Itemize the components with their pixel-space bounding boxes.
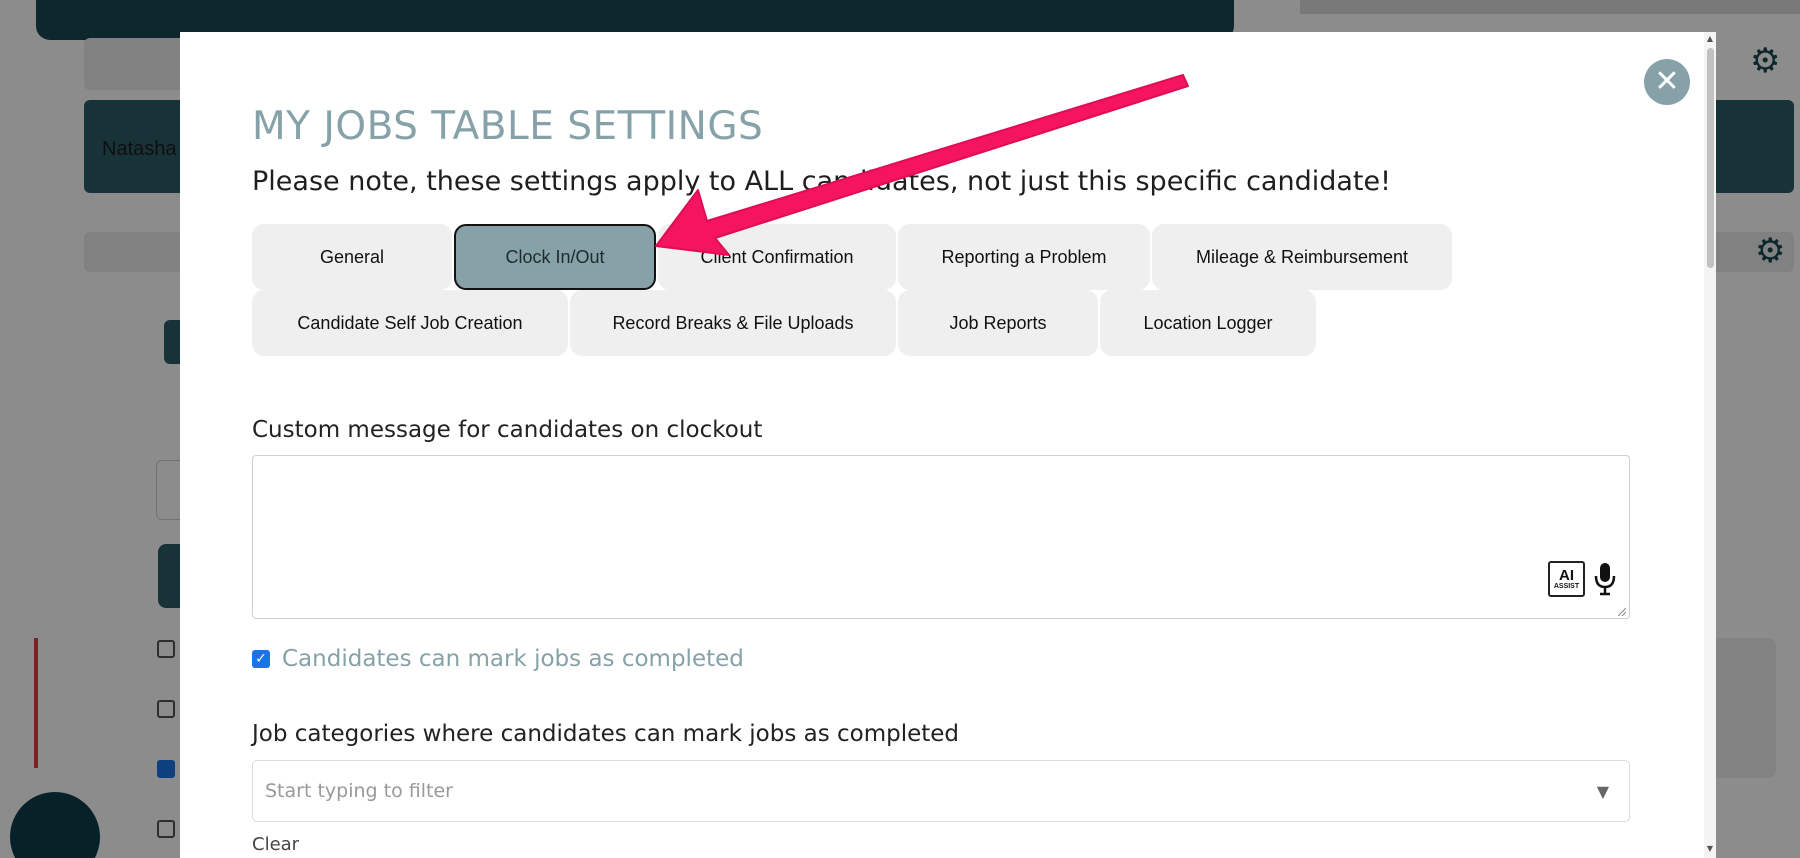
custom-message-label: Custom message for candidates on clockou… [252,417,763,443]
close-icon: ✕ [1654,64,1680,99]
resize-grip-icon[interactable] [1616,606,1626,616]
job-categories-placeholder: Start typing to filter [265,780,453,802]
completed-checkbox[interactable]: ✓ [252,650,270,668]
scroll-down-icon[interactable]: ▼ [1704,844,1716,853]
ai-assist-label: AI [1559,566,1574,584]
tab-client-confirmation[interactable]: Client Confirmation [658,224,896,290]
scroll-up-icon[interactable]: ▲ [1704,34,1716,43]
microphone-icon[interactable] [1594,562,1616,596]
tab-job-reports[interactable]: Job Reports [898,290,1098,356]
scrollbar-thumb[interactable] [1707,48,1714,268]
custom-message-input[interactable] [252,455,1630,619]
ai-assist-button[interactable]: AI ASSIST [1548,561,1585,597]
modal-note: Please note, these settings apply to ALL… [252,166,1391,197]
tab-reporting-a-problem[interactable]: Reporting a Problem [898,224,1150,290]
completed-checkbox-row[interactable]: ✓ Candidates can mark jobs as completed [252,646,744,672]
settings-modal: ✕ ▲ ▼ MY JOBS TABLE SETTINGS Please note… [180,32,1716,858]
tab-record-breaks-file-uploads[interactable]: Record Breaks & File Uploads [570,290,896,356]
completed-checkbox-label: Candidates can mark jobs as completed [282,646,744,672]
job-categories-select[interactable]: Start typing to filter ▼ [252,760,1630,822]
modal-scrollbar[interactable]: ▲ ▼ [1704,32,1716,858]
close-button[interactable]: ✕ [1644,59,1690,105]
tab-candidate-self-job-creation[interactable]: Candidate Self Job Creation [252,290,568,356]
tab-mileage-reimbursement[interactable]: Mileage & Reimbursement [1152,224,1452,290]
modal-title: MY JOBS TABLE SETTINGS [252,104,764,149]
job-categories-label: Job categories where candidates can mark… [252,721,960,747]
tab-clock-in-out[interactable]: Clock In/Out [454,224,656,290]
chevron-down-icon[interactable]: ▼ [1597,782,1609,801]
tab-location-logger[interactable]: Location Logger [1100,290,1316,356]
ai-assist-sublabel: ASSIST [1553,582,1580,590]
clear-link[interactable]: Clear [252,834,299,855]
tab-general[interactable]: General [252,224,452,290]
